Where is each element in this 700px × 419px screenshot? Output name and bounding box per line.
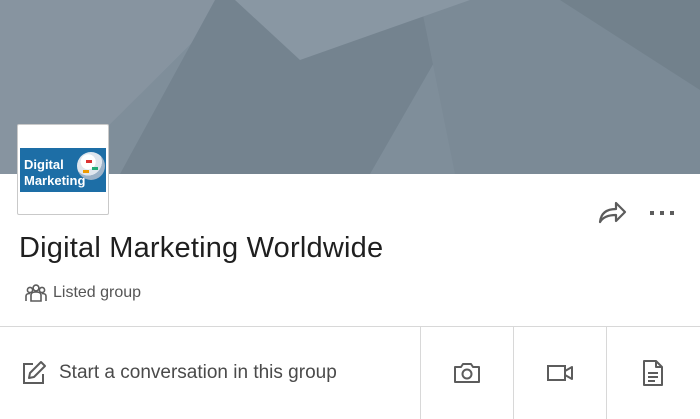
- more-icon: [650, 211, 674, 215]
- group-logo-image: Digital Marketing: [20, 148, 106, 192]
- document-icon: [643, 360, 663, 386]
- group-logo: Digital Marketing: [17, 124, 109, 215]
- add-document-button[interactable]: [607, 327, 699, 419]
- more-options-button[interactable]: [647, 203, 679, 223]
- group-visibility: Listed group: [25, 283, 141, 303]
- start-conversation-button[interactable]: Start a conversation in this group: [0, 327, 420, 419]
- group-logo-text-line1: Digital: [24, 157, 64, 172]
- group-title: Digital Marketing Worldwide: [19, 232, 384, 264]
- globe-icon: [77, 152, 105, 180]
- people-icon: [25, 284, 47, 302]
- group-logo-text-line2: Marketing: [24, 173, 86, 188]
- add-video-button[interactable]: [514, 327, 606, 419]
- start-conversation-label: Start a conversation in this group: [59, 362, 337, 383]
- group-visibility-label: Listed group: [53, 284, 142, 301]
- post-composer: Start a conversation in this group: [0, 327, 700, 419]
- add-photo-button[interactable]: [421, 327, 513, 419]
- camera-icon: [454, 363, 480, 383]
- compose-icon: [23, 361, 46, 384]
- share-button[interactable]: [596, 198, 628, 228]
- share-icon: [598, 201, 627, 224]
- video-icon: [547, 365, 573, 381]
